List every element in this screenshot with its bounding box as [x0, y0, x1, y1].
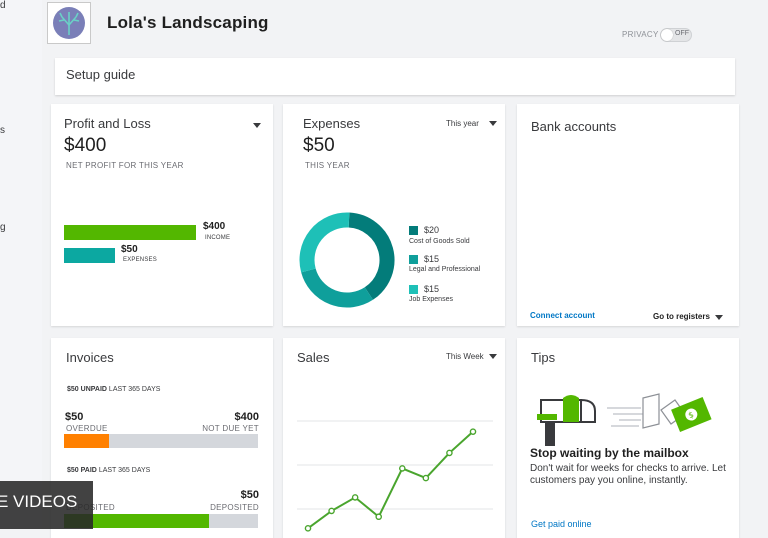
- legend-label: Job Expenses: [409, 296, 453, 303]
- expenses-value: $50: [121, 244, 138, 255]
- not-due-label: NOT DUE YET: [202, 424, 259, 433]
- card-title: Expenses: [303, 116, 361, 131]
- unpaid-amount: $50: [67, 386, 79, 393]
- sales-point[interactable]: [351, 494, 359, 501]
- sales-card[interactable]: Sales This Week: [283, 338, 505, 538]
- unpaid-period: LAST 365 DAYS: [108, 386, 161, 393]
- dropdown-caret-icon[interactable]: [715, 315, 723, 320]
- expenses-bar[interactable]: [64, 248, 116, 263]
- net-profit-amount: $400: [64, 135, 107, 156]
- dropdown-caret-icon[interactable]: [489, 121, 497, 126]
- bank-accounts-card[interactable]: Bank accounts Connect account Go to regi…: [517, 104, 739, 326]
- legend-value: $20: [424, 225, 440, 235]
- toggle-state: OFF: [675, 30, 689, 37]
- setup-guide-label: Setup guide: [66, 67, 136, 82]
- expenses-donut-chart[interactable]: [297, 210, 397, 310]
- left-nav-strip: d s g: [0, 0, 42, 529]
- donut-slice[interactable]: [348, 212, 395, 300]
- paid-label: PAID: [80, 467, 97, 474]
- deposited-right-label: DEPOSITED: [210, 503, 259, 512]
- card-title: Bank accounts: [531, 119, 617, 134]
- income-bar[interactable]: [64, 225, 196, 240]
- privacy-label: PRIVACY: [622, 30, 659, 39]
- income-label: INCOME: [205, 235, 231, 241]
- nav-fragment[interactable]: g: [0, 222, 6, 233]
- dropdown-caret-icon[interactable]: [253, 123, 261, 128]
- legend-label: Cost of Goods Sold: [409, 238, 470, 245]
- sales-point[interactable]: [446, 449, 453, 457]
- overdue-label: OVERDUE: [66, 424, 108, 433]
- sales-point[interactable]: [469, 428, 477, 435]
- video-badge-label: E VIDEOS: [0, 492, 78, 511]
- setup-guide-bar[interactable]: Setup guide: [55, 58, 735, 95]
- donut-slice[interactable]: [301, 268, 373, 308]
- paid-period: LAST 365 DAYS: [98, 467, 151, 474]
- sales-point[interactable]: [328, 507, 335, 515]
- profit-loss-card[interactable]: Profit and Loss $400 NET PROFIT FOR THIS…: [51, 104, 273, 326]
- donut-slice[interactable]: [299, 212, 350, 273]
- expenses-label: EXPENSES: [123, 257, 157, 263]
- unpaid-label: UNPAID: [80, 386, 107, 393]
- overdue-amount: $50: [65, 411, 84, 423]
- legend-value: $15: [424, 254, 440, 264]
- paid-track[interactable]: [64, 514, 258, 528]
- expenses-card[interactable]: Expenses This year $50 THIS YEAR $20 Cos…: [283, 104, 505, 326]
- nav-fragment[interactable]: d: [0, 0, 6, 11]
- tips-card[interactable]: Tips $ Stop waiting by the mailbox Don't…: [517, 338, 739, 538]
- expenses-caption: THIS YEAR: [305, 161, 350, 170]
- card-title: Invoices: [66, 350, 114, 365]
- get-paid-online-link[interactable]: Get paid online: [531, 519, 592, 529]
- card-title: Profit and Loss: [64, 116, 151, 131]
- tips-body: Don't wait for weeks for checks to arriv…: [530, 463, 726, 486]
- sales-point[interactable]: [398, 465, 406, 472]
- legend-label: Legal and Professional: [409, 266, 481, 273]
- deposited-amount: $50: [240, 489, 259, 501]
- legend-value: $15: [424, 284, 440, 294]
- income-value: $400: [203, 221, 226, 232]
- company-logo[interactable]: [47, 2, 91, 44]
- legend-swatch: [409, 255, 418, 264]
- tips-headline: Stop waiting by the mailbox: [530, 446, 689, 460]
- nav-fragment[interactable]: s: [0, 125, 5, 136]
- net-profit-caption: NET PROFIT FOR THIS YEAR: [66, 161, 184, 170]
- sales-point[interactable]: [375, 513, 383, 521]
- paid-amount: $50: [67, 467, 79, 474]
- unpaid-summary: $50 UNPAID LAST 365 DAYS: [67, 386, 160, 393]
- not-due-amount: $400: [234, 411, 259, 423]
- card-title: Tips: [531, 350, 556, 365]
- unpaid-track[interactable]: [64, 434, 258, 448]
- go-to-registers-link[interactable]: Go to registers: [653, 312, 710, 321]
- legend-swatch: [409, 285, 418, 294]
- mailbox-illustration-icon: $: [537, 393, 712, 446]
- legend-swatch: [409, 226, 418, 235]
- period-select[interactable]: This year: [446, 119, 479, 128]
- company-name: Lola's Landscaping: [107, 13, 269, 32]
- tree-logo-icon: [53, 7, 85, 39]
- privacy-toggle[interactable]: OFF: [660, 28, 692, 42]
- connect-account-link[interactable]: Connect account: [530, 311, 595, 320]
- sales-point[interactable]: [422, 474, 430, 482]
- toggle-knob: [661, 29, 673, 41]
- video-overlay-badge[interactable]: E VIDEOS: [0, 481, 93, 529]
- sales-line-chart[interactable]: [283, 338, 505, 538]
- expenses-amount: $50: [303, 135, 335, 156]
- overdue-bar[interactable]: [64, 434, 109, 448]
- paid-summary: $50 PAID LAST 365 DAYS: [67, 467, 150, 474]
- sales-point[interactable]: [304, 525, 312, 532]
